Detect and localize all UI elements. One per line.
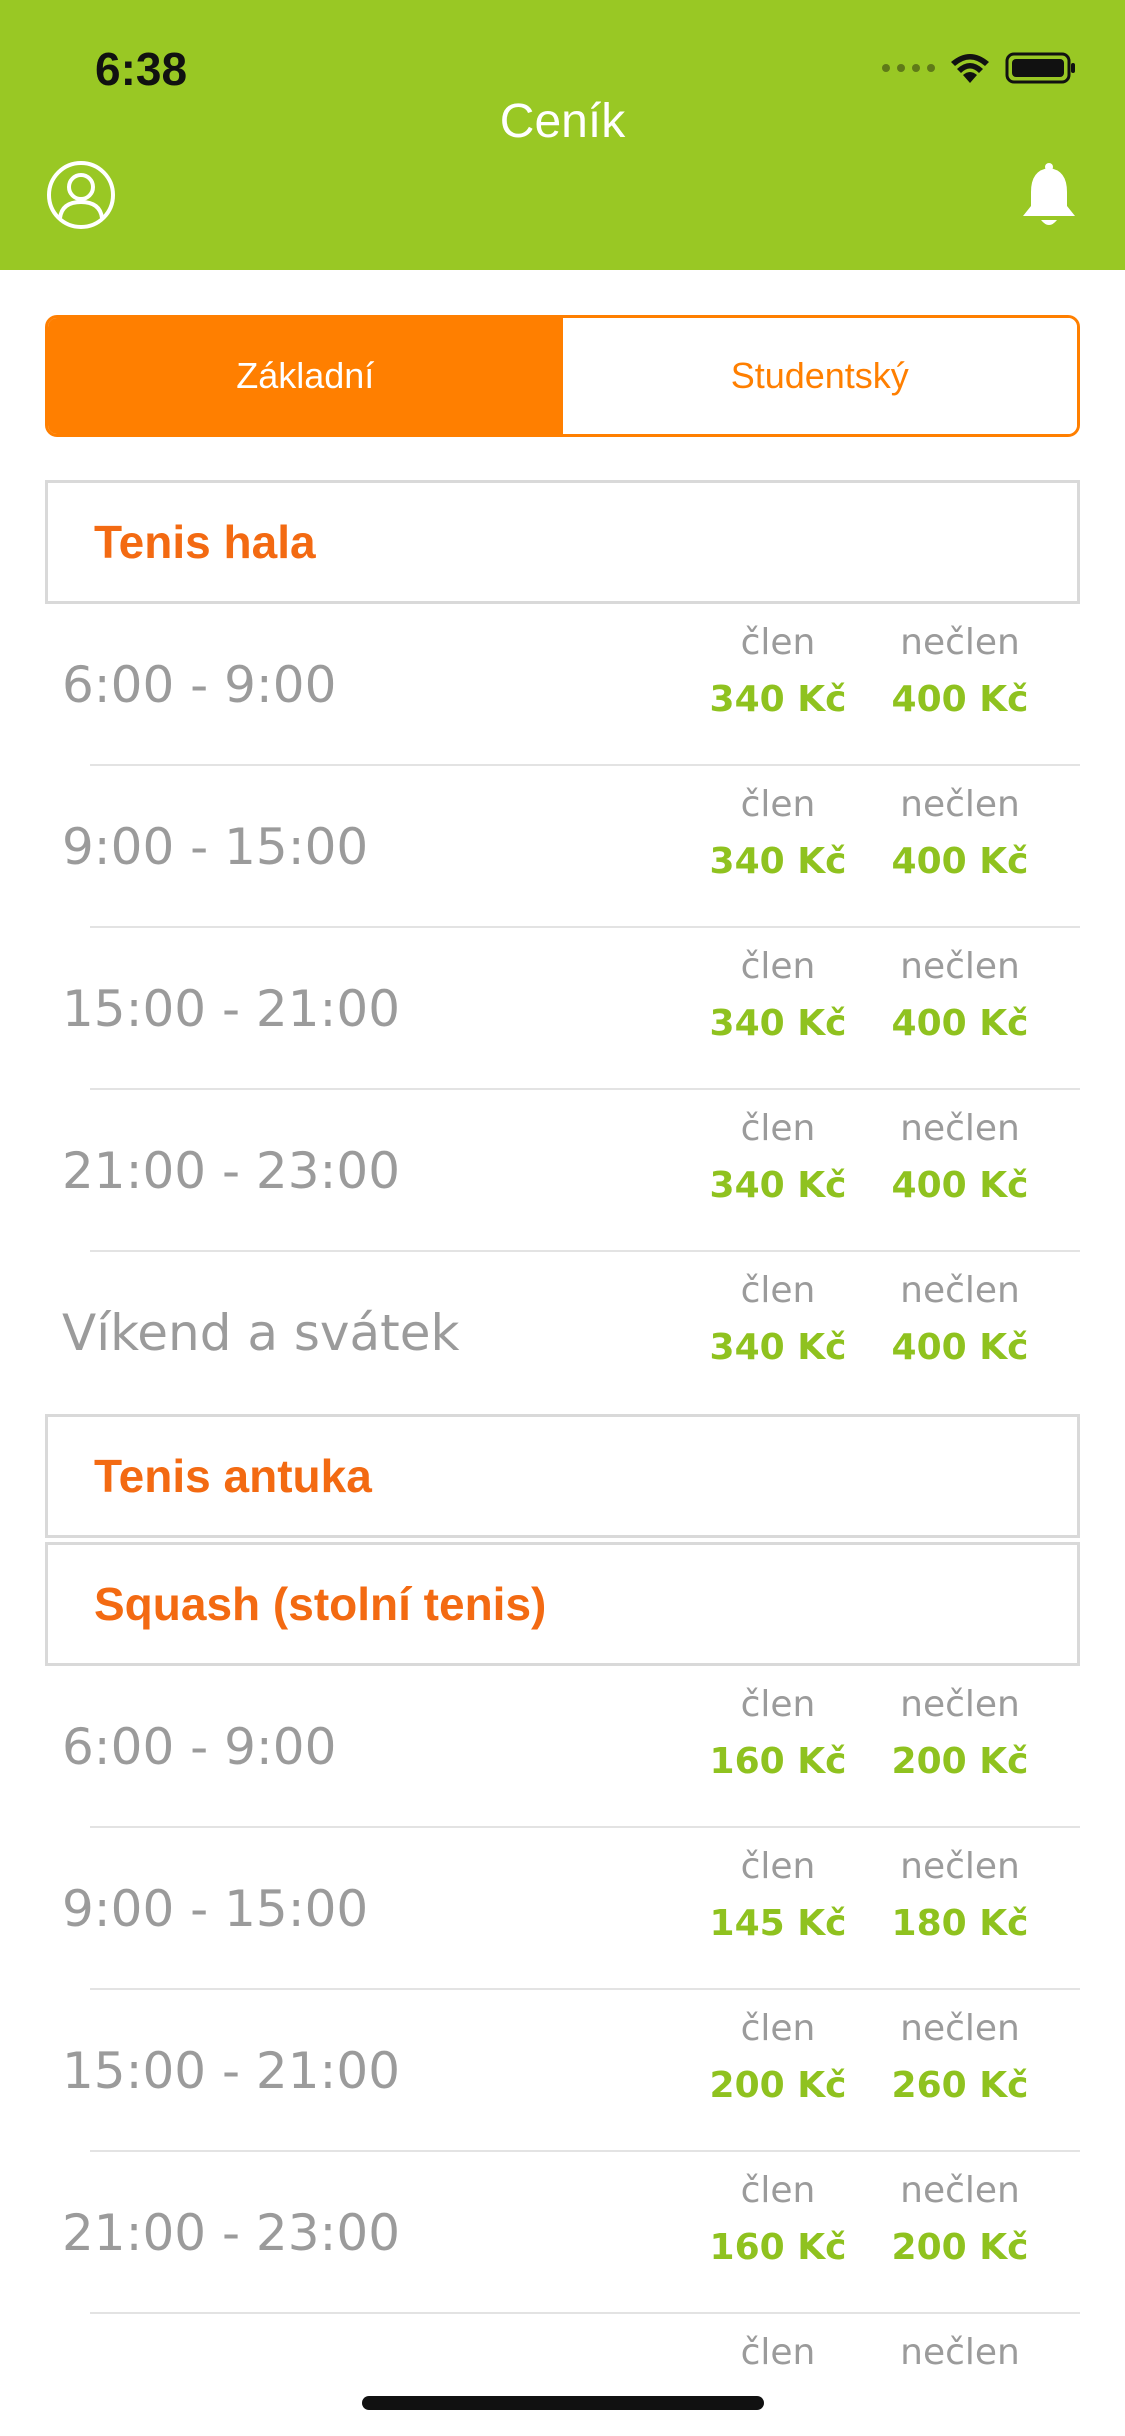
price-row: člen nečlen <box>0 2314 1125 2436</box>
time-slot-label: 21:00 - 23:00 <box>62 1142 401 1200</box>
member-label: člen <box>740 784 816 825</box>
price-list: Tenis hala 6:00 - 9:00 člen 340 Kč nečlen… <box>0 480 1125 2436</box>
nonmember-label: nečlen <box>900 2008 1020 2049</box>
section-header-squash[interactable]: Squash (stolní tenis) <box>45 1542 1080 1666</box>
nonmember-label: nečlen <box>900 1846 1020 1887</box>
member-price-value: 160 Kč <box>709 2227 847 2268</box>
price-row: 21:00 - 23:00 člen 160 Kč nečlen 200 Kč <box>0 2152 1125 2314</box>
price-row: 9:00 - 15:00 člen 340 Kč nečlen 400 Kč <box>0 766 1125 928</box>
nonmember-price-value: 400 Kč <box>891 1003 1029 1044</box>
nonmember-label: nečlen <box>900 1684 1020 1725</box>
pricing-type-segmented-control: Základní Studentský <box>45 315 1080 437</box>
status-time: 6:38 <box>95 43 188 95</box>
price-row: 6:00 - 9:00 člen 160 Kč nečlen 200 Kč <box>0 1666 1125 1828</box>
member-label: člen <box>740 1108 816 1149</box>
nonmember-price: nečlen 400 Kč <box>880 1270 1040 1368</box>
member-price: člen 340 Kč <box>698 1108 858 1206</box>
price-row: 6:00 - 9:00 člen 340 Kč nečlen 400 Kč <box>0 604 1125 766</box>
member-label: člen <box>740 946 816 987</box>
home-indicator[interactable] <box>362 2396 764 2410</box>
member-price-value: 160 Kč <box>709 1741 847 1782</box>
time-slot-label: Víkend a svátek <box>62 1304 460 1362</box>
member-price-value: 145 Kč <box>709 1903 847 1944</box>
member-price: člen 340 Kč <box>698 784 858 882</box>
bell-icon[interactable] <box>1019 160 1079 230</box>
time-slot-label: 21:00 - 23:00 <box>62 2204 401 2262</box>
member-label: člen <box>740 2008 816 2049</box>
nonmember-price: nečlen <box>880 2332 1040 2389</box>
tab-zakladni[interactable]: Základní <box>48 318 563 434</box>
member-price: člen 160 Kč <box>698 1684 858 1782</box>
member-label: člen <box>740 2332 816 2373</box>
time-slot-label: 6:00 - 9:00 <box>62 1718 337 1776</box>
nonmember-price-value: 400 Kč <box>891 1165 1029 1206</box>
member-label: člen <box>740 1684 816 1725</box>
member-price: člen 340 Kč <box>698 622 858 720</box>
nonmember-price: nečlen 200 Kč <box>880 1684 1040 1782</box>
price-row: 9:00 - 15:00 člen 145 Kč nečlen 180 Kč <box>0 1828 1125 1990</box>
member-price: člen 340 Kč <box>698 1270 858 1368</box>
price-row: 15:00 - 21:00 člen 200 Kč nečlen 260 Kč <box>0 1990 1125 2152</box>
member-label: člen <box>740 1270 816 1311</box>
nonmember-price: nečlen 200 Kč <box>880 2170 1040 2268</box>
price-row: Víkend a svátek člen 340 Kč nečlen 400 Kč <box>0 1252 1125 1414</box>
battery-icon <box>1005 52 1075 84</box>
nonmember-label: nečlen <box>900 1270 1020 1311</box>
section-header-tenis-hala[interactable]: Tenis hala <box>45 480 1080 604</box>
time-slot-label: 9:00 - 15:00 <box>62 1880 369 1938</box>
cellular-signal-icon <box>882 64 935 72</box>
member-price-value: 340 Kč <box>709 841 847 882</box>
nonmember-label: nečlen <box>900 2170 1020 2211</box>
member-price: člen 160 Kč <box>698 2170 858 2268</box>
nonmember-price-value: 400 Kč <box>891 841 1029 882</box>
wifi-icon <box>951 54 989 83</box>
nonmember-price-value: 400 Kč <box>891 679 1029 720</box>
member-price-value: 340 Kč <box>709 679 847 720</box>
member-price: člen 200 Kč <box>698 2008 858 2106</box>
nonmember-price: nečlen 180 Kč <box>880 1846 1040 1944</box>
nonmember-price: nečlen 400 Kč <box>880 946 1040 1044</box>
time-slot-label: 9:00 - 15:00 <box>62 818 369 876</box>
member-label: člen <box>740 622 816 663</box>
price-row: 21:00 - 23:00 člen 340 Kč nečlen 400 Kč <box>0 1090 1125 1252</box>
member-price: člen <box>698 2332 858 2389</box>
member-price-value: 340 Kč <box>709 1327 847 1368</box>
nonmember-price-value: 200 Kč <box>891 2227 1029 2268</box>
member-price: člen 145 Kč <box>698 1846 858 1944</box>
member-price: člen 340 Kč <box>698 946 858 1044</box>
nonmember-price-value: 180 Kč <box>891 1903 1029 1944</box>
nonmember-price: nečlen 260 Kč <box>880 2008 1040 2106</box>
page-title: Ceník <box>499 95 626 148</box>
time-slot-label: 15:00 - 21:00 <box>62 980 401 1038</box>
nonmember-label: nečlen <box>900 946 1020 987</box>
app-header: 6:38 Ceník <box>0 0 1125 270</box>
member-price-value: 200 Kč <box>709 2065 847 2106</box>
member-label: člen <box>740 2170 816 2211</box>
time-slot-label: 6:00 - 9:00 <box>62 656 337 714</box>
price-row: 15:00 - 21:00 člen 340 Kč nečlen 400 Kč <box>0 928 1125 1090</box>
nonmember-price-value: 200 Kč <box>891 1741 1029 1782</box>
user-circle-icon[interactable] <box>46 160 116 230</box>
nonmember-price: nečlen 400 Kč <box>880 622 1040 720</box>
time-slot-label: 15:00 - 21:00 <box>62 2042 401 2100</box>
status-icons <box>882 48 1077 88</box>
nonmember-price-value: 400 Kč <box>891 1327 1029 1368</box>
nonmember-price: nečlen 400 Kč <box>880 784 1040 882</box>
nonmember-label: nečlen <box>900 1108 1020 1149</box>
tab-studentsky[interactable]: Studentský <box>562 318 1077 434</box>
nonmember-price-value: 260 Kč <box>891 2065 1029 2106</box>
member-price-value: 340 Kč <box>709 1165 847 1206</box>
member-price-value: 340 Kč <box>709 1003 847 1044</box>
member-label: člen <box>740 1846 816 1887</box>
nonmember-label: nečlen <box>900 784 1020 825</box>
nonmember-price: nečlen 400 Kč <box>880 1108 1040 1206</box>
nonmember-label: nečlen <box>900 2332 1020 2373</box>
nonmember-label: nečlen <box>900 622 1020 663</box>
section-header-tenis-antuka[interactable]: Tenis antuka <box>45 1414 1080 1538</box>
